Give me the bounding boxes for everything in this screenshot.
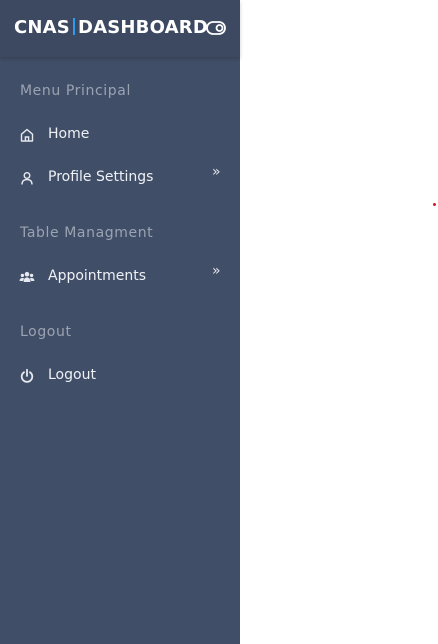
section-title-table-managment: Table Managment	[20, 225, 154, 241]
sidebar-header: CNAS DASHBOARD	[0, 0, 240, 57]
brand-name-part1: CNAS	[14, 17, 70, 38]
brand-logo[interactable]: CNAS DASHBOARD	[14, 17, 208, 39]
sidebar-item-label: Logout	[48, 367, 96, 383]
sidebar-item-appointments[interactable]: Appointments »	[0, 261, 240, 293]
section-title-logout: Logout	[20, 324, 72, 340]
section-title-menu-principal: Menu Principal	[20, 83, 131, 99]
chevron-double-right-icon: »	[212, 164, 221, 180]
brand-name-part2: DASHBOARD	[77, 17, 208, 38]
sidebar-item-home[interactable]: Home	[0, 119, 240, 151]
chevron-double-right-icon: »	[212, 263, 221, 279]
users-group-icon	[19, 271, 35, 282]
power-icon	[20, 368, 34, 383]
sidebar-item-label: Home	[48, 126, 90, 142]
toggle-switch-icon[interactable]	[206, 21, 226, 35]
home-icon	[20, 128, 34, 142]
user-icon	[21, 172, 33, 185]
red-dot-marker	[433, 203, 436, 206]
sidebar-item-profile-settings[interactable]: Profile Settings »	[0, 162, 240, 194]
sidebar-item-label: Profile Settings	[48, 169, 154, 185]
brand-separator	[72, 18, 75, 35]
sidebar-item-logout[interactable]: Logout	[0, 360, 240, 392]
sidebar-item-label: Appointments	[48, 268, 147, 284]
sidebar: CNAS DASHBOARD Menu Principal Home Profil…	[0, 0, 240, 644]
